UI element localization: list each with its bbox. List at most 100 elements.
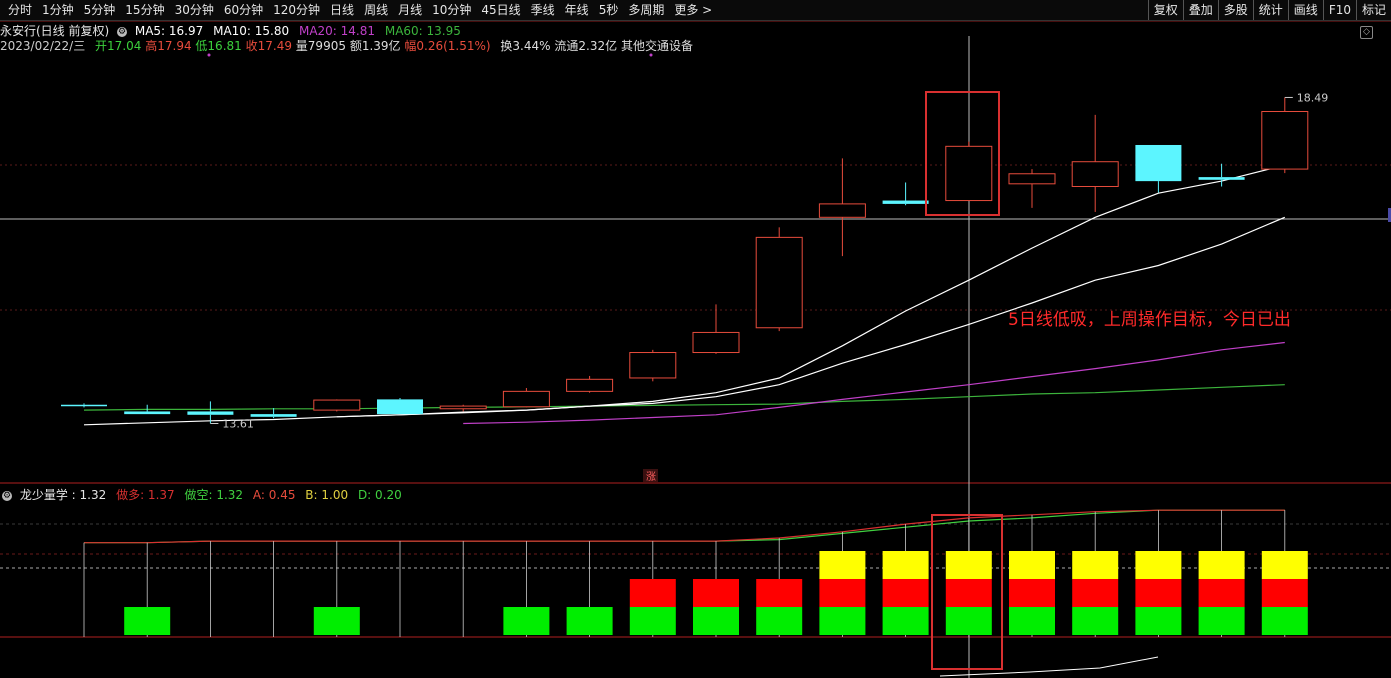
tab-15[interactable]: 多周期: [623, 0, 669, 20]
signal-bar-16-1: [1072, 579, 1119, 607]
signal-bar-10-0: [693, 607, 739, 635]
settings-icon[interactable]: ⚙: [2, 490, 12, 501]
tab-6[interactable]: 120分钟: [268, 0, 325, 20]
tab-4[interactable]: 30分钟: [170, 0, 219, 20]
quote-open: 开17.04: [95, 39, 142, 53]
quote-float: 流通2.32亿: [554, 39, 618, 53]
signal-bar-13-2: [882, 551, 929, 579]
quote-high: 高17.94: [145, 39, 192, 53]
signal-bar-4-0: [313, 607, 360, 635]
tab-13[interactable]: 年线: [560, 0, 594, 20]
signal-bar-9-1: [629, 579, 676, 607]
tab-10[interactable]: 10分钟: [427, 0, 476, 20]
ma10-label: MA10: 15.80: [213, 24, 290, 38]
signal-bar-11-0: [756, 607, 803, 635]
tab-0[interactable]: 分时: [0, 0, 37, 20]
tab-8[interactable]: 周线: [359, 0, 393, 20]
indicator-legend: ⚙ 龙少量学 : 1.32 做多: 1.37 做空: 1.32 A: 0.45 …: [0, 486, 402, 503]
ma20-label: MA20: 14.81: [298, 24, 376, 38]
tool-button-2[interactable]: 多股: [1217, 0, 1253, 20]
candle-body-10: [692, 331, 740, 354]
signal-bar-18-2: [1198, 551, 1245, 579]
candle-body-9: [629, 352, 677, 379]
tool-button-6[interactable]: 标记: [1355, 0, 1391, 20]
quote-line: 2023/02/22/三 开17.04 高17.94 低16.81 收17.49…: [0, 37, 693, 54]
tab-12[interactable]: 季线: [526, 0, 560, 20]
indicator-duo: 做多: 1.37: [116, 488, 175, 502]
quote-sector: 其他交通设备: [620, 39, 693, 53]
ma5-label: MA5: 16.97: [134, 24, 204, 38]
tool-button-4[interactable]: 画线: [1287, 0, 1323, 20]
signal-bar-15-1: [1009, 579, 1055, 607]
tab-3[interactable]: 15分钟: [120, 0, 169, 20]
candle-body-12: [818, 203, 866, 218]
indicator-lower-line: [939, 656, 1159, 677]
quote-amount: 额1.39亿: [349, 39, 401, 53]
signal-bar-12-1: [819, 579, 866, 607]
signal-bar-13-0: [882, 607, 929, 635]
signal-bar-14-2: [945, 551, 992, 579]
candle-body-4: [313, 399, 361, 411]
kong-line: [84, 509, 1285, 544]
period-toolbar: 分时 1分钟 5分钟 15分钟 30分钟 60分钟 120分钟 日线 周线 月线 10分钟 45日线季…: [0, 0, 1391, 21]
indicator-b: B: 1.00: [305, 488, 349, 502]
signal-bar-15-0: [1009, 607, 1055, 635]
ma60-label: MA60: 13.95: [384, 24, 461, 38]
tool-button-1[interactable]: 叠加: [1182, 0, 1218, 20]
stock-name[interactable]: 永安行(日线 前复权): [0, 24, 109, 38]
low-label: 13.61: [222, 417, 254, 430]
candle-body-0: [61, 404, 107, 407]
quote-volume: 量79905: [295, 39, 346, 53]
signal-bar-15-2: [1009, 551, 1055, 579]
signal-bar-8-0: [566, 607, 613, 635]
signal-bar-18-1: [1198, 579, 1245, 607]
candle-body-8: [566, 378, 614, 392]
indicator-a: A: 0.45: [252, 488, 296, 502]
signal-bar-9-0: [629, 607, 676, 635]
signal-bar-17-0: [1135, 607, 1182, 635]
candle-body-6: [439, 405, 487, 410]
signal-bar-17-1: [1135, 579, 1182, 607]
tab-9[interactable]: 月线: [393, 0, 427, 20]
candle-body-14: [945, 145, 993, 202]
tool-button-3[interactable]: 统计: [1252, 0, 1288, 20]
tab-14[interactable]: 5秒: [594, 0, 624, 20]
candle-body-11: [755, 236, 803, 329]
high-label: 18.49: [1297, 91, 1329, 104]
tab-1[interactable]: 1分钟: [37, 0, 79, 20]
tab-2[interactable]: 5分钟: [79, 0, 121, 20]
signal-bar-14-0: [945, 607, 992, 635]
signal-bar-18-0: [1198, 607, 1245, 635]
signal-bar-14-1: [945, 579, 992, 607]
tool-button-5[interactable]: F10: [1322, 0, 1356, 20]
tool-button-0[interactable]: 复权: [1147, 0, 1183, 20]
ma5-line: [83, 164, 1285, 426]
candle-body-2: [187, 411, 234, 415]
quote-low: 低16.81: [195, 39, 242, 53]
indicator-value: : 1.32: [71, 488, 107, 502]
signal-bar-16-0: [1072, 607, 1119, 635]
candle-body-16: [1071, 161, 1119, 187]
signal-bar-12-2: [819, 551, 866, 579]
signal-bar-11-1: [756, 579, 803, 607]
close-icon[interactable]: ◇: [1360, 26, 1373, 39]
quote-close: 收17.49: [245, 39, 292, 53]
signal-bar-7-0: [503, 607, 550, 635]
signal-bar-19-0: [1261, 607, 1308, 635]
signal-bar-19-2: [1261, 551, 1308, 579]
duo-line: [84, 509, 1285, 544]
settings-icon[interactable]: ⚙: [117, 26, 128, 37]
candle-body-18: [1198, 177, 1245, 180]
indicator-d: D: 0.20: [357, 488, 402, 502]
tab-7[interactable]: 日线: [325, 0, 359, 20]
candle-body-13: [882, 200, 929, 204]
candle-body-19: [1261, 111, 1309, 170]
tab-16[interactable]: 更多 >: [669, 0, 717, 20]
candle-body-1: [124, 411, 171, 415]
indicator-name[interactable]: 龙少量学: [20, 488, 68, 502]
signal-bar-13-1: [882, 579, 929, 607]
indicator-kong: 做空: 1.32: [184, 488, 244, 502]
tool-buttons: 复权 叠加 多股 统计 画线 F10 标记: [1147, 0, 1391, 20]
tab-11[interactable]: 45日线: [476, 0, 525, 20]
tab-5[interactable]: 60分钟: [219, 0, 268, 20]
